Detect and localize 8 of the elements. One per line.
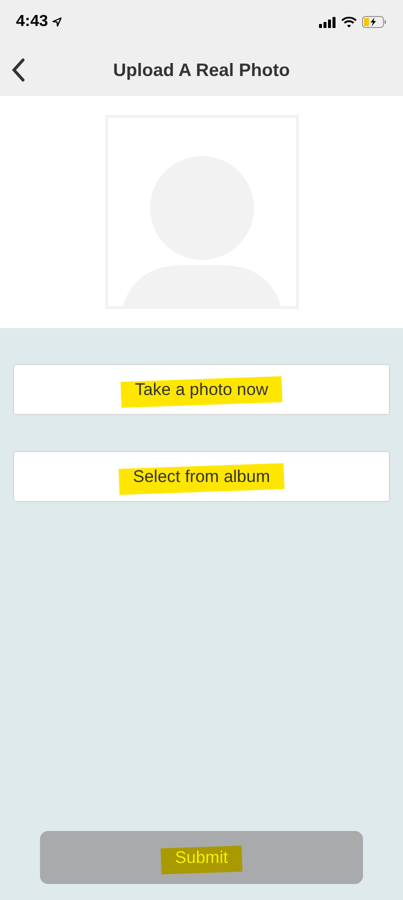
option-button[interactable]: Take a photo now [13,364,390,415]
battery-charging-icon [362,16,387,28]
location-arrow-icon [52,17,62,27]
option-button[interactable]: Select from album [13,451,390,502]
signal-icon [319,16,336,28]
wifi-icon [341,16,357,28]
status-time: 4:43 [16,12,48,32]
page-title: Upload A Real Photo [113,58,290,82]
